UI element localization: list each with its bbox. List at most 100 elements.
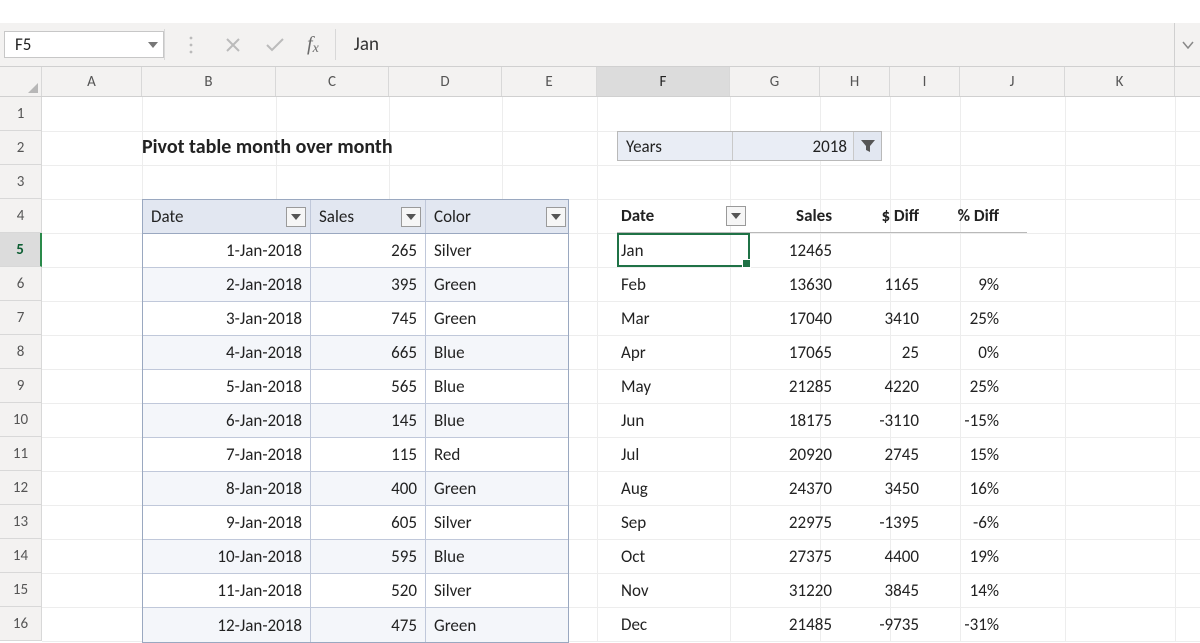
- table-row[interactable]: 6-Jan-2018145Blue: [143, 404, 568, 438]
- cell-date[interactable]: 11-Jan-2018: [143, 574, 311, 607]
- col-header-D[interactable]: D: [389, 67, 502, 96]
- pivot-sales[interactable]: 21485: [750, 607, 840, 641]
- cell-sales[interactable]: 400: [311, 472, 426, 505]
- table-row[interactable]: 11-Jan-2018520Silver: [143, 574, 568, 608]
- row-header-11[interactable]: 11: [0, 437, 42, 471]
- col-header-E[interactable]: E: [502, 67, 597, 96]
- pivot-sales[interactable]: 17065: [750, 335, 840, 369]
- cell-date[interactable]: 10-Jan-2018: [143, 540, 311, 573]
- pivot-pdiff[interactable]: 0%: [927, 335, 1007, 369]
- pivot-pdiff[interactable]: 14%: [927, 573, 1007, 607]
- col-header-J[interactable]: J: [960, 67, 1065, 96]
- pivot-month[interactable]: Mar: [617, 301, 750, 335]
- cell-sales[interactable]: 520: [311, 574, 426, 607]
- cell-color[interactable]: Red: [426, 438, 570, 471]
- worksheet-cells[interactable]: Pivot table month over month Years 2018 …: [42, 97, 1200, 641]
- table-row[interactable]: 1-Jan-2018265Silver: [143, 234, 568, 268]
- col-header-G[interactable]: G: [730, 67, 820, 96]
- pivot-pdiff[interactable]: 25%: [927, 369, 1007, 403]
- row-header-1[interactable]: 1: [0, 97, 42, 131]
- pivot-pdiff[interactable]: -6%: [927, 505, 1007, 539]
- cell-date[interactable]: 8-Jan-2018: [143, 472, 311, 505]
- pivot-sales[interactable]: 12465: [750, 233, 840, 267]
- pivot-diff[interactable]: -3110: [840, 403, 927, 437]
- years-slicer[interactable]: Years 2018: [617, 131, 882, 161]
- pivot-diff[interactable]: -9735: [840, 607, 927, 641]
- cell-color[interactable]: Silver: [426, 574, 570, 607]
- pivot-month[interactable]: May: [617, 369, 750, 403]
- pivot-diff[interactable]: [840, 233, 927, 267]
- pivot-row[interactable]: Jan12465: [617, 233, 1027, 267]
- pivot-sales[interactable]: 18175: [750, 403, 840, 437]
- cell-color[interactable]: Blue: [426, 370, 570, 403]
- pivot-diff[interactable]: 25: [840, 335, 927, 369]
- cell-date[interactable]: 1-Jan-2018: [143, 234, 311, 267]
- cell-sales[interactable]: 395: [311, 268, 426, 301]
- pivot-pdiff[interactable]: -31%: [927, 607, 1007, 641]
- pivot-month[interactable]: Dec: [617, 607, 750, 641]
- cell-sales[interactable]: 145: [311, 404, 426, 437]
- pivot-month[interactable]: Aug: [617, 471, 750, 505]
- cell-sales[interactable]: 745: [311, 302, 426, 335]
- cell-color[interactable]: Green: [426, 472, 570, 505]
- cell-date[interactable]: 6-Jan-2018: [143, 404, 311, 437]
- cancel-icon[interactable]: [223, 35, 243, 55]
- cell-sales[interactable]: 475: [311, 608, 426, 642]
- pivot-row[interactable]: Sep22975-1395-6%: [617, 505, 1027, 539]
- filter-dropdown-icon[interactable]: [401, 207, 421, 227]
- cell-sales[interactable]: 665: [311, 336, 426, 369]
- cell-sales[interactable]: 115: [311, 438, 426, 471]
- cell-date[interactable]: 9-Jan-2018: [143, 506, 311, 539]
- row-header-3[interactable]: 3: [0, 165, 42, 199]
- col-header-K[interactable]: K: [1065, 67, 1175, 96]
- formula-bar-expand-icon[interactable]: [1174, 23, 1200, 66]
- cell-date[interactable]: 5-Jan-2018: [143, 370, 311, 403]
- pivot-pdiff[interactable]: 25%: [927, 301, 1007, 335]
- row-header-6[interactable]: 6: [0, 267, 42, 301]
- table-row[interactable]: 4-Jan-2018665Blue: [143, 336, 568, 370]
- row-header-13[interactable]: 13: [0, 505, 42, 539]
- select-all-corner[interactable]: [0, 67, 42, 96]
- pivot-row[interactable]: Nov31220384514%: [617, 573, 1027, 607]
- cell-date[interactable]: 3-Jan-2018: [143, 302, 311, 335]
- pivot-sales[interactable]: 31220: [750, 573, 840, 607]
- cell-date[interactable]: 7-Jan-2018: [143, 438, 311, 471]
- pivot-diff[interactable]: 1165: [840, 267, 927, 301]
- row-header-5[interactable]: 5: [0, 233, 42, 267]
- row-header-10[interactable]: 10: [0, 403, 42, 437]
- cell-sales[interactable]: 265: [311, 234, 426, 267]
- filter-dropdown-icon[interactable]: [726, 206, 746, 226]
- cell-color[interactable]: Green: [426, 268, 570, 301]
- pivot-sales[interactable]: 24370: [750, 471, 840, 505]
- table-row[interactable]: 3-Jan-2018745Green: [143, 302, 568, 336]
- pivot-row[interactable]: Jun18175-3110-15%: [617, 403, 1027, 437]
- pivot-sales[interactable]: 13630: [750, 267, 840, 301]
- row-header-15[interactable]: 15: [0, 573, 42, 607]
- name-box[interactable]: F5: [4, 31, 164, 58]
- pivot-pdiff[interactable]: 19%: [927, 539, 1007, 573]
- cell-date[interactable]: 2-Jan-2018: [143, 268, 311, 301]
- pivot-row[interactable]: Dec21485-9735-31%: [617, 607, 1027, 641]
- pivot-month[interactable]: Oct: [617, 539, 750, 573]
- table-row[interactable]: 8-Jan-2018400Green: [143, 472, 568, 506]
- pivot-pdiff[interactable]: 9%: [927, 267, 1007, 301]
- pivot-diff[interactable]: 3410: [840, 301, 927, 335]
- pivot-month[interactable]: Feb: [617, 267, 750, 301]
- cell-date[interactable]: 4-Jan-2018: [143, 336, 311, 369]
- cell-color[interactable]: Green: [426, 608, 570, 642]
- pivot-row[interactable]: May21285422025%: [617, 369, 1027, 403]
- cell-sales[interactable]: 565: [311, 370, 426, 403]
- cell-color[interactable]: Silver: [426, 506, 570, 539]
- pivot-diff[interactable]: 4220: [840, 369, 927, 403]
- row-header-2[interactable]: 2: [0, 131, 42, 165]
- table-row[interactable]: 10-Jan-2018595Blue: [143, 540, 568, 574]
- pivot-pdiff[interactable]: [927, 233, 1007, 267]
- slicer-filter-icon[interactable]: [853, 132, 881, 160]
- pivot-month[interactable]: Jun: [617, 403, 750, 437]
- pivot-diff[interactable]: 3450: [840, 471, 927, 505]
- pivot-pdiff[interactable]: 15%: [927, 437, 1007, 471]
- row-header-14[interactable]: 14: [0, 539, 42, 573]
- table-row[interactable]: 9-Jan-2018605Silver: [143, 506, 568, 540]
- col-header-A[interactable]: A: [42, 67, 142, 96]
- pivot-sales[interactable]: 22975: [750, 505, 840, 539]
